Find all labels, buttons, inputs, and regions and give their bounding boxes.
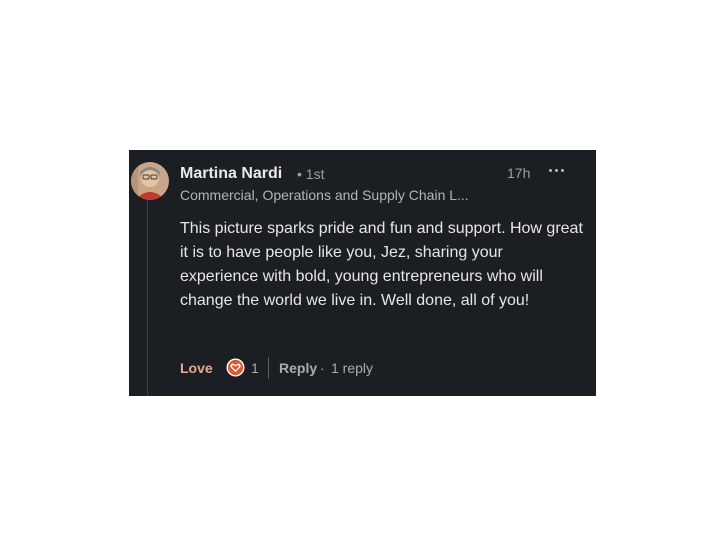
more-options-icon[interactable] xyxy=(544,162,568,178)
timestamp: 17h xyxy=(507,165,531,181)
action-divider xyxy=(268,357,269,379)
reply-count-link[interactable]: 1 reply xyxy=(331,360,373,376)
heart-icon[interactable] xyxy=(226,358,245,377)
reaction-count[interactable]: 1 xyxy=(251,360,259,376)
separator-dot: · xyxy=(320,360,325,376)
author-headline: Commercial, Operations and Supply Chain … xyxy=(180,187,469,203)
separator-dot: · xyxy=(209,360,214,376)
thread-line xyxy=(147,200,148,396)
reply-button[interactable]: Reply xyxy=(279,360,317,376)
comment-text: This picture sparks pride and fun and su… xyxy=(180,220,583,309)
avatar[interactable] xyxy=(131,162,169,200)
comment-card: Martina Nardi • 1st Commercial, Operatio… xyxy=(129,150,596,396)
reaction-button[interactable]: Love xyxy=(180,360,213,376)
author-name[interactable]: Martina Nardi xyxy=(180,165,282,183)
connection-degree: • 1st xyxy=(297,166,325,182)
